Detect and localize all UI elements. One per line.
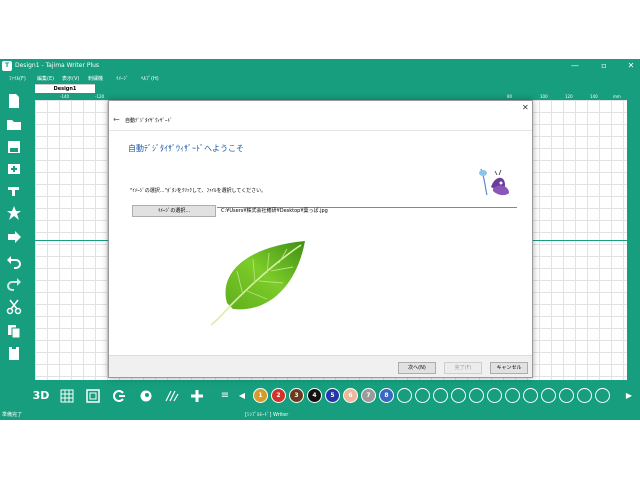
empty-thread-slot[interactable]: [577, 388, 592, 403]
thread-color-number: 3: [294, 392, 299, 399]
import-icon[interactable]: [6, 161, 22, 177]
finish-button[interactable]: 完了(F): [444, 362, 482, 374]
thread-color-swatch[interactable]: 3: [289, 388, 304, 403]
thread-color-swatch[interactable]: 4: [307, 388, 322, 403]
new-file-icon[interactable]: [6, 93, 22, 109]
scroll-right-icon[interactable]: ▶: [622, 389, 636, 403]
menu-help[interactable]: ﾍﾙﾌﾟ(H): [141, 75, 159, 82]
status-text: 準備完了: [2, 412, 23, 418]
empty-thread-slot[interactable]: [595, 388, 610, 403]
bottom-toolbar: 3D ≡ ◀ 1 2 3 4 5 6 7 8 ▶: [0, 383, 640, 409]
next-button[interactable]: 次へ(N): [398, 362, 436, 374]
thread-list-icon[interactable]: ≡: [218, 389, 232, 403]
empty-thread-slot[interactable]: [523, 388, 538, 403]
title-bar: T Design1 - Tajima Writer Plus — ▫ ✕: [0, 59, 640, 73]
instruction-text: "ｲﾒｰｼﾞの選択..."ﾎﾞﾀﾝをｸﾘｯｸして、ﾌｧｲﾙを選択してください。: [130, 188, 267, 194]
menu-file[interactable]: ﾌｧｲﾙ(F): [9, 75, 26, 82]
needle-point-icon[interactable]: [139, 389, 153, 403]
image-path-text: C:¥Users¥株式会社穂研¥Desktop¥葉っぱ.jpg: [221, 208, 328, 214]
empty-thread-slot[interactable]: [415, 388, 430, 403]
menu-bar: ﾌｧｲﾙ(F) 編集(E) 表示(V) 刺繍機 ｲﾒｰｼﾞ ﾍﾙﾌﾟ(H): [0, 73, 640, 83]
thread-color-swatch[interactable]: 6: [343, 388, 358, 403]
top-ruler: -140 -120 80 100 120 140 mm: [35, 93, 627, 100]
star-icon[interactable]: [6, 205, 22, 221]
redo-icon[interactable]: [6, 275, 22, 291]
empty-thread-slot[interactable]: [433, 388, 448, 403]
empty-thread-slot[interactable]: [397, 388, 412, 403]
auto-digitize-wizard-dialog: ← 自動ﾃﾞｼﾞﾀｲｻﾞｳｨｻﾞｰﾄﾞ ✕ 自動ﾃﾞｼﾞﾀｲｻﾞｳｨｻﾞｰﾄﾞへ…: [108, 100, 533, 378]
thread-color-swatch[interactable]: 5: [325, 388, 340, 403]
undo-icon[interactable]: [6, 253, 22, 269]
left-toolbar: [0, 83, 28, 383]
window-title: Design1 - Tajima Writer Plus: [15, 62, 100, 69]
thread-color-number: 8: [384, 392, 389, 399]
back-arrow-icon[interactable]: ←: [113, 115, 120, 124]
ruler-tick-label: 80: [507, 94, 513, 99]
3d-view-button[interactable]: 3D: [32, 389, 50, 403]
cut-icon[interactable]: [6, 299, 22, 315]
stitch-order-icon[interactable]: [112, 389, 126, 403]
thread-color-swatch[interactable]: 1: [253, 388, 268, 403]
butterfly-icon: [479, 168, 509, 196]
sewing-machine-icon[interactable]: [6, 183, 22, 199]
empty-thread-slot[interactable]: [505, 388, 520, 403]
menu-edit[interactable]: 編集(E): [37, 75, 54, 82]
ruler-tick-label: -140: [60, 94, 70, 99]
ruler-tick-label: 100: [540, 94, 548, 99]
menu-machine[interactable]: 刺繍機: [88, 75, 103, 82]
paste-icon[interactable]: [6, 345, 22, 361]
open-folder-icon[interactable]: [6, 116, 22, 132]
tab-design1[interactable]: Design1: [35, 84, 95, 93]
thread-color-number: 4: [312, 392, 317, 399]
empty-thread-slot[interactable]: [487, 388, 502, 403]
empty-thread-slot[interactable]: [559, 388, 574, 403]
thread-color-number: 6: [348, 392, 353, 399]
leaf-image-preview: [210, 241, 305, 326]
copy-icon[interactable]: [6, 323, 22, 339]
mode-text: [ｼﾝﾌﾟﾙﾓｰﾄﾞ] Writer: [245, 412, 289, 418]
minimize-button[interactable]: —: [568, 60, 582, 72]
send-to-machine-icon[interactable]: [6, 229, 22, 245]
left-ruler: [28, 100, 35, 380]
thread-color-swatch[interactable]: 8: [379, 388, 394, 403]
menu-image[interactable]: ｲﾒｰｼﾞ: [116, 75, 129, 82]
empty-thread-slot[interactable]: [469, 388, 484, 403]
app-icon: T: [2, 61, 12, 71]
close-button[interactable]: ✕: [624, 60, 638, 72]
move-icon[interactable]: [190, 389, 204, 403]
empty-thread-slot[interactable]: [451, 388, 466, 403]
divider: [109, 130, 532, 131]
scroll-left-icon[interactable]: ◀: [235, 389, 249, 403]
stitch-line-icon[interactable]: [165, 389, 179, 403]
ruler-tick-label: 120: [565, 94, 573, 99]
hoop-icon[interactable]: [86, 389, 100, 403]
save-icon[interactable]: [6, 139, 22, 155]
thread-color-number: 1: [258, 392, 263, 399]
empty-thread-slot[interactable]: [541, 388, 556, 403]
ruler-unit: mm: [613, 94, 621, 99]
ruler-tick-label: 140: [590, 94, 598, 99]
grid-icon[interactable]: [60, 389, 74, 403]
thread-color-number: 2: [276, 392, 281, 399]
cancel-button[interactable]: キャンセル: [490, 362, 528, 374]
restore-button[interactable]: ▫: [597, 60, 611, 72]
status-bar: 準備完了 [ｼﾝﾌﾟﾙﾓｰﾄﾞ] Writer: [0, 409, 640, 420]
thread-color-swatch[interactable]: 7: [361, 388, 376, 403]
dialog-close-button[interactable]: ✕: [522, 103, 529, 112]
thread-color-number: 7: [366, 392, 371, 399]
dialog-title: 自動ﾃﾞｼﾞﾀｲｻﾞｳｨｻﾞｰﾄﾞ: [125, 118, 173, 124]
thread-color-number: 5: [330, 392, 335, 399]
thread-color-swatch[interactable]: 2: [271, 388, 286, 403]
select-image-button[interactable]: ｲﾒｰｼﾞの選択...: [132, 205, 216, 217]
menu-view[interactable]: 表示(V): [62, 75, 79, 82]
ruler-tick-label: -120: [95, 94, 105, 99]
welcome-heading: 自動ﾃﾞｼﾞﾀｲｻﾞｳｨｻﾞｰﾄﾞへようこそ: [128, 144, 244, 153]
